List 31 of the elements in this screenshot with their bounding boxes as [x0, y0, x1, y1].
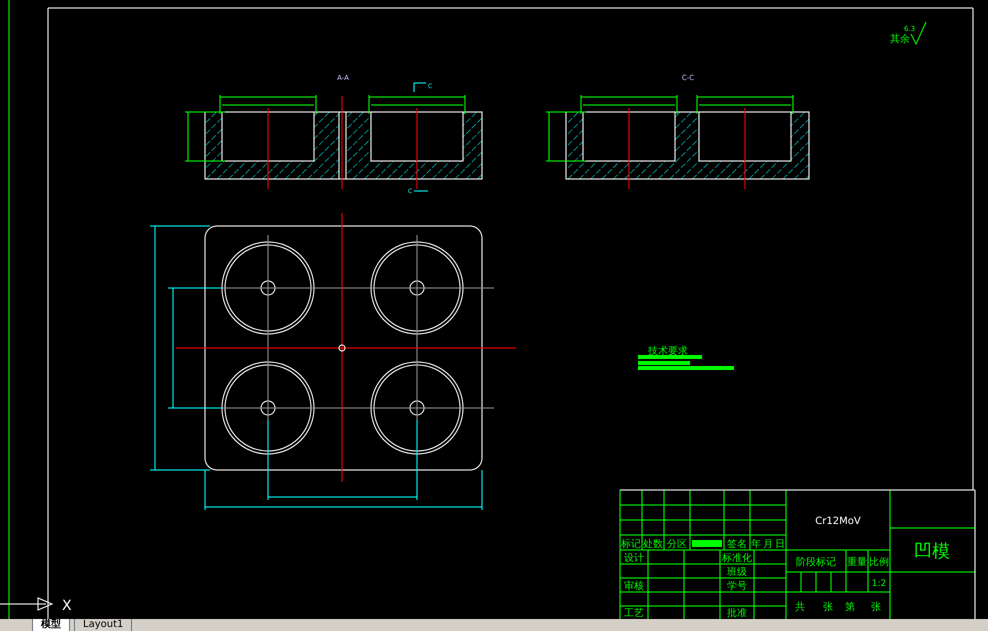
- title-block-label: 共: [795, 602, 805, 613]
- layout-tab[interactable]: Layout1: [74, 619, 132, 631]
- material-text: Cr12MoV: [815, 516, 861, 527]
- title-block-label: 处数: [643, 539, 663, 550]
- axis-label: X: [62, 598, 72, 614]
- title-block-label: 日: [775, 539, 785, 550]
- title-block-label: 第: [845, 602, 855, 613]
- part-name: 凹模: [914, 541, 950, 562]
- section-marker: [414, 190, 428, 192]
- scale-value: 1:2: [872, 579, 886, 589]
- title-block-label: 标准化: [722, 553, 752, 564]
- title-block-label: 签名: [727, 539, 747, 550]
- title-block-label: 学号: [727, 581, 747, 592]
- title-block-label: 批准: [727, 608, 747, 619]
- layout-tab[interactable]: 模型: [32, 619, 70, 631]
- title-block-label: 阶段标记: [796, 557, 836, 568]
- title-block-label: 标记: [621, 539, 641, 550]
- title-block-label: 年: [751, 539, 761, 550]
- section-marker: [414, 82, 426, 92]
- title-block-label: 审核: [624, 581, 644, 592]
- title-block-label: 重量: [847, 557, 867, 568]
- title-block-label: 工艺: [624, 608, 644, 619]
- title-block-label: 月: [763, 539, 773, 550]
- title-block-label: 张: [871, 602, 881, 613]
- title-block-label: 班级: [727, 567, 747, 578]
- title-block-label: 比例: [869, 557, 889, 568]
- title-block-label: 张: [823, 602, 833, 613]
- title-block-label: 分区: [667, 539, 687, 550]
- redacted-cell: [692, 540, 722, 547]
- title-block-label: 设计: [624, 553, 644, 564]
- tech-requirements-title: 技术要求: [648, 346, 688, 357]
